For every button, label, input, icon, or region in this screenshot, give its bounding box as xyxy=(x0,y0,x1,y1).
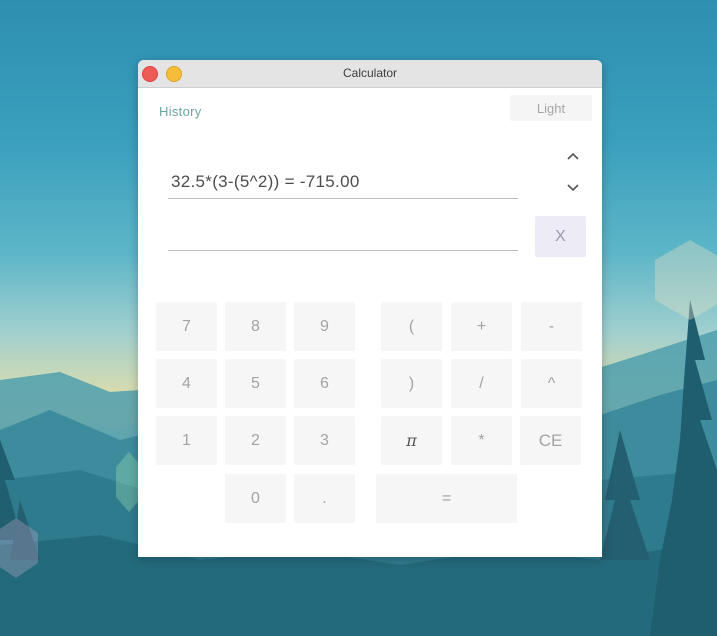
key-pi[interactable]: π xyxy=(381,416,442,465)
expression-display: 32.5*(3-(5^2)) = -715.00 xyxy=(171,172,360,191)
decorative-hexagon xyxy=(655,240,717,320)
key-1[interactable]: 1 xyxy=(156,416,217,465)
key-decimal[interactable]: . xyxy=(294,474,355,523)
key-5[interactable]: 5 xyxy=(225,359,286,408)
key-power[interactable]: ^ xyxy=(521,359,582,408)
expression-input[interactable] xyxy=(168,222,522,250)
key-equals[interactable]: = xyxy=(376,474,517,523)
key-open-paren[interactable]: ( xyxy=(381,302,442,351)
key-9[interactable]: 9 xyxy=(294,302,355,351)
key-divide[interactable]: / xyxy=(451,359,512,408)
input-underline xyxy=(168,250,518,251)
key-plus[interactable]: + xyxy=(451,302,512,351)
key-6[interactable]: 6 xyxy=(294,359,355,408)
calculator-window: Calculator History Light 32.5*(3-(5^2)) … xyxy=(138,60,602,557)
key-4[interactable]: 4 xyxy=(156,359,217,408)
theme-toggle-button[interactable]: Light xyxy=(510,95,592,121)
key-7[interactable]: 7 xyxy=(156,302,217,351)
key-clear-entry[interactable]: CE xyxy=(520,416,581,465)
key-close-paren[interactable]: ) xyxy=(381,359,442,408)
key-multiply[interactable]: * xyxy=(451,416,512,465)
key-8[interactable]: 8 xyxy=(225,302,286,351)
chevron-up-icon[interactable] xyxy=(566,152,580,162)
decorative-hexagon xyxy=(0,518,38,578)
window-title: Calculator xyxy=(342,66,398,80)
expression-underline xyxy=(168,198,518,199)
key-0[interactable]: 0 xyxy=(225,474,286,523)
window-titlebar[interactable]: Calculator xyxy=(138,60,602,88)
chevron-down-icon[interactable] xyxy=(566,182,580,192)
key-minus[interactable]: - xyxy=(521,302,582,351)
key-2[interactable]: 2 xyxy=(225,416,286,465)
history-link[interactable]: History xyxy=(159,104,202,119)
calculator-content: History Light 32.5*(3-(5^2)) = -715.00 X… xyxy=(138,88,602,557)
key-3[interactable]: 3 xyxy=(294,416,355,465)
clear-input-button[interactable]: X xyxy=(535,216,586,257)
